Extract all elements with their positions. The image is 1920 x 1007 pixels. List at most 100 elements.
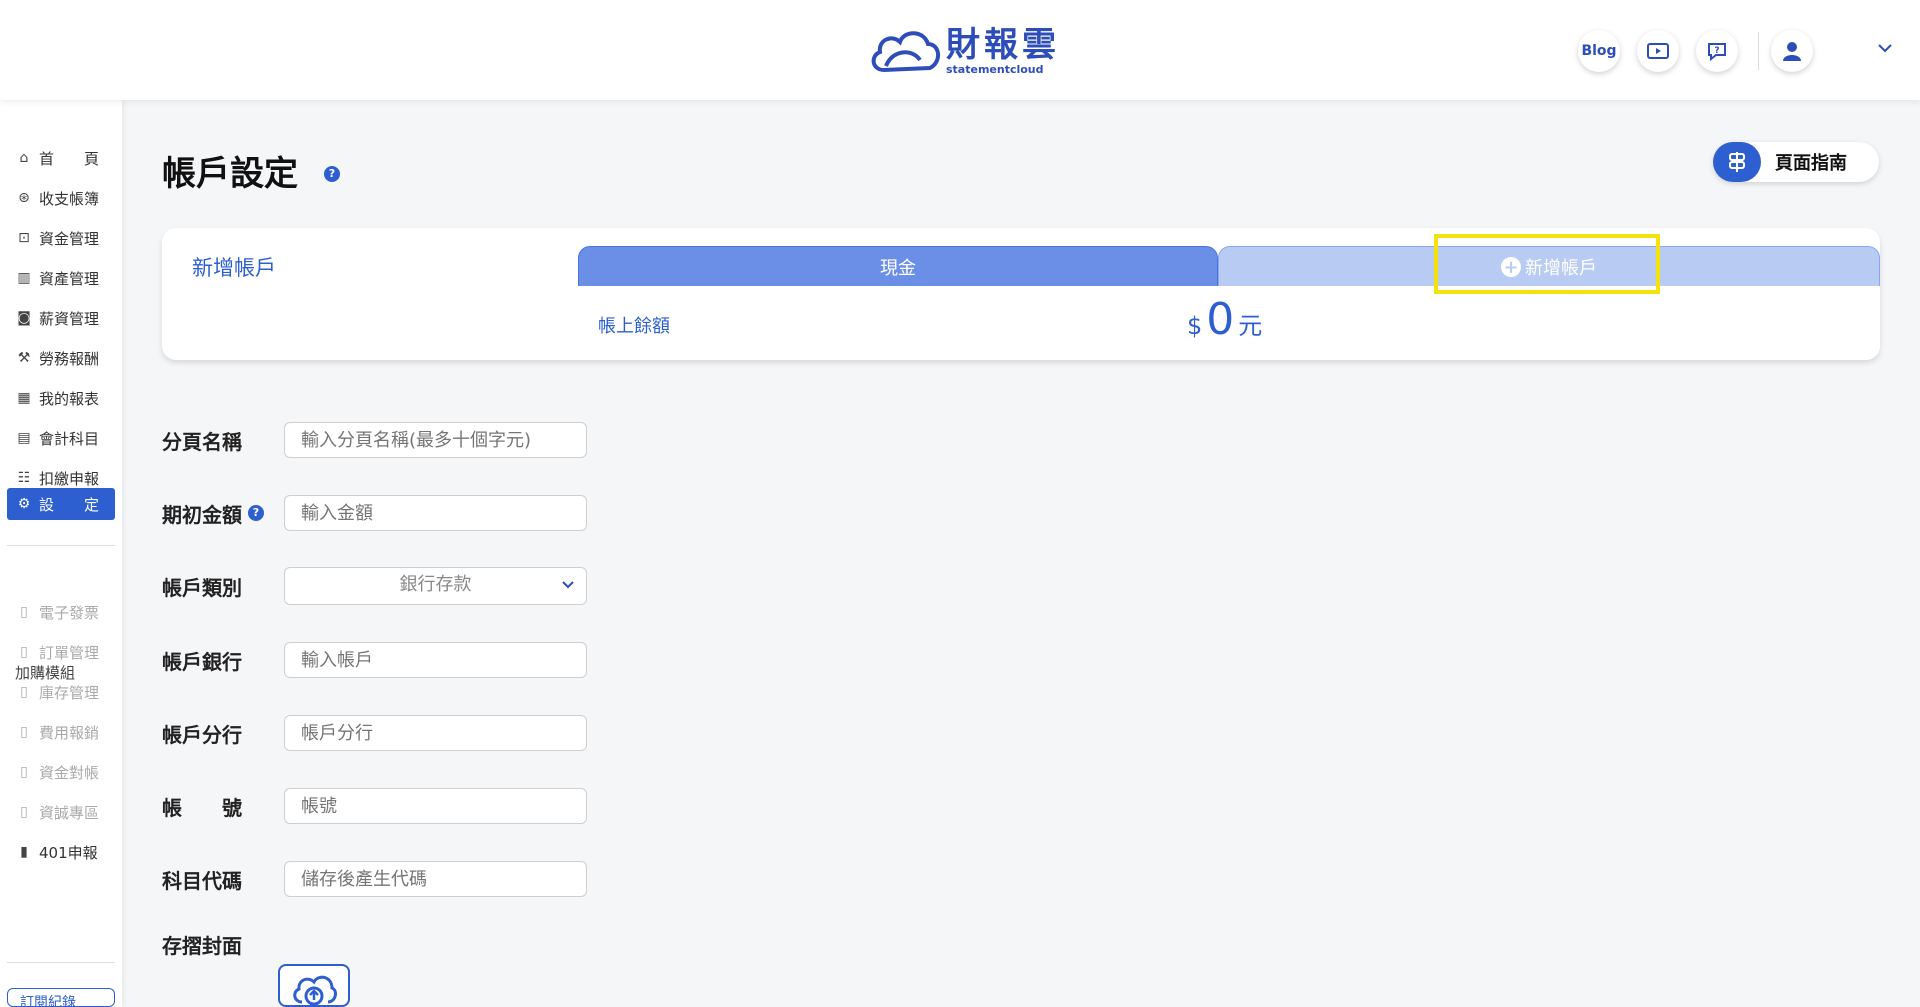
sidebar-item-label: 401申報 [39, 843, 98, 862]
blog-label: Blog [1581, 43, 1617, 59]
passbook-upload-button[interactable] [278, 964, 350, 1007]
sidebar-item-label: 設 定 [39, 495, 100, 514]
user-avatar-button[interactable] [1771, 30, 1813, 72]
assets-icon: ▥ [17, 270, 31, 286]
ledger-icon: ⊛ [18, 190, 30, 206]
header-divider [1758, 32, 1759, 70]
sidebar-addon-inventory[interactable]: ▯ 庫存管理 [7, 676, 115, 708]
top-header: 財報雲 statementcloud Blog ? [0, 0, 1920, 100]
form-row-subject-code: 科目代碼 [162, 861, 587, 897]
initial-amount-help-icon[interactable]: ? [248, 505, 264, 521]
labor-icon: ⚒ [17, 350, 31, 366]
account-number-input[interactable] [284, 788, 587, 824]
sidebar-item-label: 電子發票 [39, 603, 100, 622]
home-icon: ⌂ [19, 150, 29, 166]
sidebar-item-assets[interactable]: ▥ 資產管理 [7, 262, 115, 294]
logo-text-cn: 財報雲 [946, 25, 1060, 65]
sidebar-item-accounts[interactable]: ▤ 會計科目 [7, 422, 115, 454]
form-row-bank: 帳戶銀行 [162, 642, 587, 678]
logo-text-en: statementcloud [946, 63, 1044, 76]
sidebar-addon-einvoice[interactable]: ▯ 電子發票 [7, 596, 115, 628]
form-row-account-number: 帳 號 [162, 788, 587, 824]
sidebar-item-label: 費用報銷 [39, 723, 100, 742]
lock-book-icon: ▯ [20, 724, 28, 740]
sidebar-item-label: 庫存管理 [39, 683, 100, 702]
subject-code-label: 科目代碼 [162, 868, 242, 893]
initial-amount-input[interactable] [284, 495, 587, 531]
app-logo[interactable]: 財報雲 statementcloud [866, 22, 1060, 80]
page-guide-button[interactable]: 頁面指南 [1713, 142, 1879, 182]
form-row-initial-amount: 期初金額 ? [162, 495, 587, 531]
sidebar-addon-orders[interactable]: ▯ 訂單管理 [7, 636, 115, 668]
lock-book-icon: ▯ [20, 644, 28, 660]
cloud-logo-icon [871, 31, 940, 73]
sidebar-item-reports[interactable]: ▦ 我的報表 [7, 382, 115, 414]
help-chat-button[interactable]: ? [1696, 30, 1738, 72]
branch-input[interactable] [284, 715, 587, 751]
balance-value: 0 [1206, 294, 1235, 345]
balance-label: 帳上餘額 [598, 316, 670, 337]
user-menu-chevron-down-icon[interactable] [1875, 38, 1895, 58]
subject-code-input[interactable] [284, 861, 587, 897]
sidebar-item-label: 資金對帳 [39, 763, 100, 782]
form-row-account-type: 帳戶類別 銀行存款 [162, 567, 587, 605]
sidebar-item-label: 資產管理 [39, 269, 100, 288]
sidebar-addon-reconcile[interactable]: ▯ 資金對帳 [7, 756, 115, 788]
title-help-icon[interactable]: ? [324, 166, 340, 182]
sidebar: ⌂ 首 頁 ⊛ 收支帳簿 ⊡ 資金管理 ▥ 資產管理 ◙ 薪資管理 ⚒ 勞務報酬… [0, 100, 122, 1007]
page-guide-label: 頁面指南 [1775, 153, 1847, 174]
form-row-branch: 帳戶分行 [162, 715, 587, 751]
tab-cash[interactable]: 現金 [578, 246, 1218, 288]
sidebar-item-payroll[interactable]: ◙ 薪資管理 [7, 302, 115, 334]
sidebar-item-settings[interactable]: ⚙ 設 定 [7, 488, 115, 520]
initial-amount-label-wrap: 期初金額 ? [162, 499, 284, 528]
passbook-cover-label: 存摺封面 [162, 933, 242, 958]
tab-label: 現金 [880, 258, 916, 279]
form-row-page-name: 分頁名稱 [162, 422, 587, 458]
sidebar-divider [7, 545, 115, 546]
account-type-label: 帳戶類別 [162, 575, 242, 600]
form-row-passbook-cover: 存摺封面 [162, 926, 284, 962]
payroll-icon: ◙ [17, 310, 31, 326]
chat-question-icon: ? [1708, 43, 1726, 62]
bank-input[interactable] [284, 642, 587, 678]
sidebar-divider [7, 962, 115, 963]
sidebar-addon-401[interactable]: ▮ 401申報 [7, 836, 115, 868]
blog-button[interactable]: Blog [1578, 30, 1620, 72]
video-guide-button[interactable] [1637, 30, 1679, 72]
sidebar-item-label: 會計科目 [39, 429, 100, 448]
sidebar-item-label: 訂單管理 [39, 643, 100, 662]
sidebar-item-label: 收支帳簿 [39, 189, 100, 208]
account-type-select[interactable]: 銀行存款 [284, 567, 587, 605]
subscription-history-button[interactable]: 訂閱紀錄 [7, 988, 115, 1007]
sidebar-addon-pwc[interactable]: ▯ 資誠專區 [7, 796, 115, 828]
sidebar-item-home[interactable]: ⌂ 首 頁 [7, 142, 115, 174]
cloud-upload-icon [293, 975, 337, 1006]
page-title: 帳戶設定 [162, 154, 298, 194]
video-book-icon [1647, 43, 1669, 59]
sidebar-item-labor[interactable]: ⚒ 勞務報酬 [7, 342, 115, 374]
new-account-heading[interactable]: 新增帳戶 [192, 252, 276, 282]
page-name-input[interactable] [284, 422, 587, 458]
account-number-label: 帳 號 [162, 795, 242, 820]
user-icon [1783, 42, 1801, 61]
sidebar-item-label: 薪資管理 [39, 309, 100, 328]
sidebar-item-ledger[interactable]: ⊛ 收支帳簿 [7, 182, 115, 214]
highlight-annotation [1434, 234, 1660, 294]
funds-icon: ⊡ [18, 230, 30, 246]
balance-currency: $ [1187, 312, 1203, 340]
chevron-down-icon [562, 581, 574, 589]
initial-amount-label: 期初金額 [162, 502, 242, 527]
sidebar-item-label: 資誠專區 [39, 803, 100, 822]
subscription-history-label: 訂閱紀錄 [20, 995, 76, 1007]
bank-label: 帳戶銀行 [162, 649, 242, 674]
lock-book-icon: ▯ [20, 684, 28, 700]
guide-signpost-icon [1713, 142, 1761, 182]
sidebar-addon-expenses[interactable]: ▯ 費用報銷 [7, 716, 115, 748]
settings-sliders-icon: ⚙ [17, 496, 31, 512]
accounts-icon: ▤ [17, 430, 31, 446]
page-name-label: 分頁名稱 [162, 429, 242, 454]
sidebar-item-label: 勞務報酬 [39, 349, 100, 368]
sidebar-item-label: 扣繳申報 [39, 469, 100, 488]
sidebar-item-funds[interactable]: ⊡ 資金管理 [7, 222, 115, 254]
